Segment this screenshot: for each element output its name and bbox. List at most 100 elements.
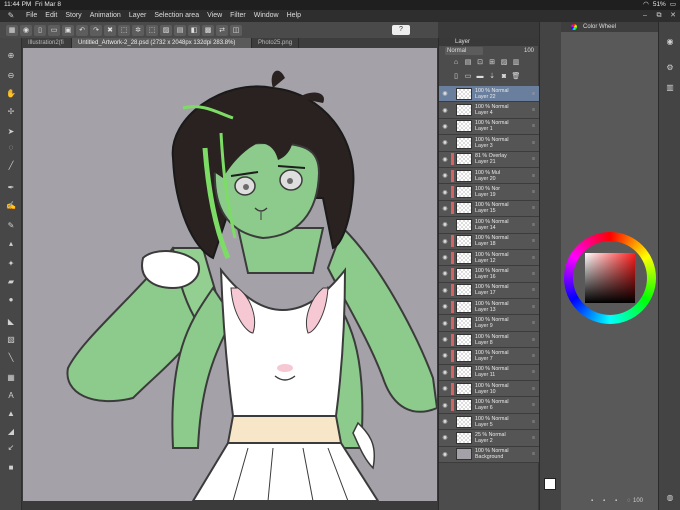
color-swatch-icon[interactable]: ■ (4, 462, 18, 474)
visibility-eye-icon[interactable]: ◉ (439, 303, 451, 310)
layer-settings-icon[interactable]: ▥ (511, 58, 521, 68)
correct-line-icon[interactable]: ↙ (4, 442, 18, 454)
help-button[interactable]: ? (392, 25, 410, 35)
lock-icon[interactable]: ▩ (202, 24, 214, 36)
layer-row[interactable]: ◉ 100 % Normal Layer 11 ≡ (439, 364, 539, 382)
reference-layer-icon[interactable]: ▤ (463, 58, 473, 68)
save-icon[interactable]: ▣ (62, 24, 74, 36)
color-mix-icon[interactable]: ▪ (603, 498, 605, 504)
ruler-icon[interactable]: ▤ (174, 24, 186, 36)
layer-menu-icon[interactable]: ≡ (532, 419, 535, 425)
tab-photo25[interactable]: Photo25.png (252, 38, 300, 48)
layer-menu-icon[interactable]: ≡ (532, 369, 535, 375)
menu-filter[interactable]: Filter (226, 10, 250, 22)
undo-icon[interactable]: ↶ (76, 24, 88, 36)
menu-help[interactable]: Help (283, 10, 305, 22)
visibility-eye-icon[interactable]: ◉ (439, 336, 451, 343)
canvas[interactable] (23, 48, 437, 501)
text-icon[interactable]: A (4, 390, 18, 402)
layer-row[interactable]: ◉ 100 % Normal Layer 10 ≡ (439, 381, 539, 398)
layer-menu-icon[interactable]: ≡ (532, 173, 535, 179)
visibility-eye-icon[interactable]: ◉ (439, 402, 451, 409)
quick-access-icon[interactable]: ◉ (20, 24, 32, 36)
settings-gear-icon[interactable]: ⚙ (663, 62, 677, 74)
lock-transparency-icon[interactable]: ⊡ (475, 58, 485, 68)
redo-icon[interactable]: ↷ (90, 24, 102, 36)
layer-menu-icon[interactable]: ≡ (532, 320, 535, 326)
merge-down-icon[interactable]: ⇣ (487, 72, 497, 82)
visibility-eye-icon[interactable]: ◉ (439, 254, 451, 261)
fill-bucket-icon[interactable]: ◣ (4, 316, 18, 328)
visibility-eye-icon[interactable]: ◉ (439, 270, 451, 277)
clear-icon[interactable]: ✖ (104, 24, 116, 36)
layer-menu-icon[interactable]: ≡ (532, 402, 535, 408)
layer-row[interactable]: ◉ 100 % Normal Layer 4 ≡ (439, 102, 539, 119)
fill-icon[interactable]: ▨ (160, 24, 172, 36)
menu-selection-area[interactable]: Selection area (150, 10, 203, 22)
layer-row[interactable]: ◉ 25 % Normal Layer 2 ≡ (439, 430, 539, 447)
visibility-eye-icon[interactable]: ◉ (439, 205, 451, 212)
visibility-eye-icon[interactable]: ◉ (439, 156, 451, 163)
layer-row[interactable]: ◉ 100 % Normal Layer 9 ≡ (439, 315, 539, 332)
visibility-eye-icon[interactable]: ◉ (439, 238, 451, 245)
eraser-icon[interactable]: ▰ (4, 276, 18, 288)
minimize-icon[interactable]: – (638, 10, 652, 22)
menu-window[interactable]: Window (250, 10, 283, 22)
layer-row[interactable]: ◉ 100 % Normal Layer 18 ≡ (439, 233, 539, 250)
gradient-icon[interactable]: ▧ (4, 334, 18, 346)
layer-menu-icon[interactable]: ≡ (532, 107, 535, 113)
zoom-out-icon[interactable]: ⊖ (4, 70, 18, 82)
operation-icon[interactable]: ➤ (4, 126, 18, 138)
menu-edit[interactable]: Edit (41, 10, 61, 22)
balloon-icon[interactable]: ▲ (4, 408, 18, 420)
blend-icon[interactable]: ● (4, 294, 18, 306)
layer-row[interactable]: ◉ 100 % Normal Layer 16 ≡ (439, 266, 539, 283)
visibility-eye-icon[interactable]: ◉ (439, 320, 451, 327)
layer-row[interactable]: ◉ 100 % Normal Background ≡ (439, 446, 539, 463)
lock-layer-icon[interactable]: ⊞ (487, 58, 497, 68)
layer-menu-icon[interactable]: ≡ (532, 287, 535, 293)
layer-row[interactable]: ◉ 100 % Normal Layer 12 ≡ (439, 249, 539, 267)
new-raster-layer-icon[interactable]: ▯ (451, 72, 461, 82)
layer-row[interactable]: ◉ 81 % Overlay Layer 21 ≡ (439, 151, 539, 168)
layer-row[interactable]: ◉ 100 % Normal Layer 15 ≡ (439, 200, 539, 218)
tab-untitled-artwork[interactable]: Untitled_Artwork-2_28.psd (2732 x 2048px… (72, 38, 252, 48)
layer-menu-icon[interactable]: ≡ (532, 123, 535, 129)
visibility-eye-icon[interactable]: ◉ (439, 352, 451, 359)
zoom-icon[interactable]: ⊕ (4, 50, 18, 62)
layer-menu-icon[interactable]: ≡ (532, 91, 535, 97)
layer-row[interactable]: ◉ 100 % Normal Layer 5 ≡ (439, 413, 539, 431)
visibility-eye-icon[interactable]: ◉ (439, 107, 451, 114)
opacity-value[interactable]: 100 (524, 48, 534, 54)
visibility-eye-icon[interactable]: ◉ (439, 172, 451, 179)
opacity-icon[interactable]: ▪ (615, 498, 617, 504)
layer-mask-icon[interactable]: ◙ (499, 72, 509, 82)
brush-icon[interactable]: ✍ (4, 200, 18, 212)
layer-menu-icon[interactable]: ≡ (532, 304, 535, 310)
visibility-eye-icon[interactable]: ◉ (439, 418, 451, 425)
pen-icon[interactable]: ✒ (4, 182, 18, 194)
new-folder-icon[interactable]: ▬ (475, 72, 485, 82)
layer-row[interactable]: ◉ 100 % Nor Layer 19 ≡ (439, 184, 539, 201)
color-wheel-tab-icon[interactable]: ◉ (663, 36, 677, 48)
sync-icon[interactable]: ⇄ (216, 24, 228, 36)
frame-icon[interactable]: ▦ (4, 372, 18, 384)
layer-menu-icon[interactable]: ≡ (532, 353, 535, 359)
layer-row[interactable]: ◉ 100 % Normal Layer 3 ≡ (439, 135, 539, 152)
menu-layer[interactable]: Layer (125, 10, 151, 22)
tab-illustration[interactable]: Illustration2(fi (22, 38, 72, 48)
visibility-eye-icon[interactable]: ◉ (439, 221, 451, 228)
eye-dropper-icon[interactable]: ▪ (591, 498, 593, 504)
app-logo-icon[interactable]: ✎ (0, 10, 22, 22)
visibility-eye-icon[interactable]: ◉ (439, 369, 451, 376)
layer-row[interactable]: ◉ 100 % Normal Layer 7 ≡ (439, 348, 539, 365)
delete-layer-icon[interactable]: 🗑 (511, 72, 521, 82)
visibility-eye-icon[interactable]: ◉ (439, 139, 451, 146)
menu-animation[interactable]: Animation (86, 10, 125, 22)
navigator-icon[interactable]: ▥ (663, 82, 677, 94)
visibility-eye-icon[interactable]: ◉ (439, 287, 451, 294)
visibility-eye-icon[interactable]: ◉ (439, 90, 451, 97)
transparent-icon[interactable]: ◌ (627, 498, 631, 504)
palette-icon[interactable]: ◍ (663, 492, 677, 504)
visibility-eye-icon[interactable]: ◉ (439, 451, 451, 458)
